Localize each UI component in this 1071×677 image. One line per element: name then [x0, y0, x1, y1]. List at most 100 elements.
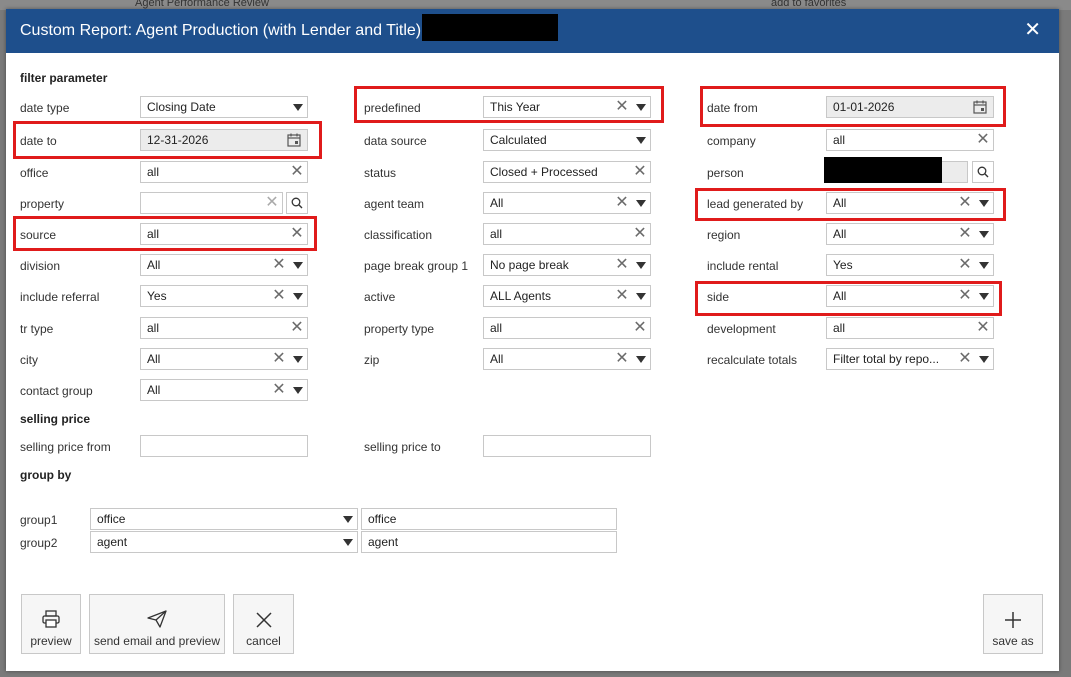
chevron-down-icon[interactable] — [975, 286, 993, 306]
cancel-button-label: cancel — [246, 634, 281, 648]
lead-generated-by-select[interactable]: All ✕ — [826, 192, 994, 214]
region-value: All — [833, 227, 847, 241]
cancel-button[interactable]: cancel — [233, 594, 294, 654]
region-select[interactable]: All ✕ — [826, 223, 994, 245]
clear-icon[interactable]: ✕ — [955, 257, 975, 273]
clear-icon[interactable]: ✕ — [973, 320, 993, 336]
status-input[interactable]: Closed + Processed ✕ — [483, 161, 651, 183]
date-from-field[interactable]: 01-01-2026 — [826, 96, 994, 118]
office-value: all — [147, 165, 160, 179]
group1-select[interactable]: office — [90, 508, 358, 530]
clear-icon[interactable]: ✕ — [973, 132, 993, 148]
property-type-input[interactable]: all ✕ — [483, 317, 651, 339]
clear-icon[interactable]: ✕ — [269, 382, 289, 398]
chevron-down-icon[interactable] — [289, 97, 307, 117]
clear-icon[interactable]: ✕ — [287, 226, 307, 242]
company-value: all — [833, 133, 846, 147]
chevron-down-icon[interactable] — [975, 224, 993, 244]
contact-group-select[interactable]: All ✕ — [140, 379, 308, 401]
city-label: city — [20, 353, 38, 367]
clear-icon[interactable]: ✕ — [287, 320, 307, 336]
chevron-down-icon[interactable] — [975, 193, 993, 213]
city-select[interactable]: All ✕ — [140, 348, 308, 370]
clear-icon[interactable]: ✕ — [612, 99, 632, 115]
classification-input[interactable]: all ✕ — [483, 223, 651, 245]
division-label: division — [20, 259, 61, 273]
property-search-button[interactable] — [286, 192, 308, 214]
calendar-icon[interactable] — [967, 97, 993, 117]
clear-icon[interactable]: ✕ — [955, 351, 975, 367]
lead-generated-by-value: All — [833, 196, 847, 210]
chevron-down-icon[interactable] — [632, 255, 650, 275]
chevron-down-icon[interactable] — [632, 193, 650, 213]
send-email-and-preview-button[interactable]: send email and preview — [89, 594, 225, 654]
active-label: active — [364, 290, 396, 304]
date-type-select[interactable]: Closing Date — [140, 96, 308, 118]
clear-icon[interactable]: ✕ — [612, 288, 632, 304]
property-input[interactable]: ✕ — [140, 192, 283, 214]
clear-icon[interactable]: ✕ — [630, 320, 650, 336]
selling-price-to-input[interactable] — [483, 435, 651, 457]
chevron-down-icon[interactable] — [289, 380, 307, 400]
company-input[interactable]: all ✕ — [826, 129, 994, 151]
clear-icon[interactable]: ✕ — [630, 164, 650, 180]
development-input[interactable]: all ✕ — [826, 317, 994, 339]
chevron-down-icon[interactable] — [975, 349, 993, 369]
status-value: Closed + Processed — [490, 165, 598, 179]
predefined-select[interactable]: This Year ✕ — [483, 96, 651, 118]
clear-icon[interactable]: ✕ — [287, 164, 307, 180]
person-search-button[interactable] — [972, 161, 994, 183]
clear-icon[interactable]: ✕ — [269, 351, 289, 367]
preview-button[interactable]: preview — [21, 594, 81, 654]
close-icon[interactable]: ✕ — [1024, 20, 1041, 40]
save-as-button[interactable]: save as — [983, 594, 1043, 654]
group2-select[interactable]: agent — [90, 531, 358, 553]
clear-icon[interactable]: ✕ — [612, 351, 632, 367]
group1-select-value: office — [97, 512, 126, 526]
chevron-down-icon[interactable] — [289, 286, 307, 306]
include-rental-select[interactable]: Yes ✕ — [826, 254, 994, 276]
office-input[interactable]: all ✕ — [140, 161, 308, 183]
chevron-down-icon[interactable] — [289, 349, 307, 369]
clear-icon[interactable]: ✕ — [269, 257, 289, 273]
clear-icon[interactable]: ✕ — [630, 226, 650, 242]
agent-team-select[interactable]: All ✕ — [483, 192, 651, 214]
search-icon — [291, 197, 303, 209]
zip-select[interactable]: All ✕ — [483, 348, 651, 370]
source-label: source — [20, 228, 57, 242]
selling-price-from-input[interactable] — [140, 435, 308, 457]
page-break-group-select[interactable]: No page break ✕ — [483, 254, 651, 276]
recalculate-totals-label: recalculate totals — [707, 353, 798, 367]
clear-icon[interactable]: ✕ — [612, 257, 632, 273]
chevron-down-icon[interactable] — [975, 255, 993, 275]
chevron-down-icon[interactable] — [339, 509, 357, 529]
side-select[interactable]: All ✕ — [826, 285, 994, 307]
clear-icon[interactable]: ✕ — [955, 195, 975, 211]
include-referral-select[interactable]: Yes ✕ — [140, 285, 308, 307]
data-source-select[interactable]: Calculated — [483, 129, 651, 151]
group2-text-input[interactable]: agent — [361, 531, 617, 553]
clear-icon[interactable]: ✕ — [612, 195, 632, 211]
source-input[interactable]: all ✕ — [140, 223, 308, 245]
chevron-down-icon[interactable] — [632, 286, 650, 306]
include-rental-value: Yes — [833, 258, 853, 272]
active-select[interactable]: ALL Agents ✕ — [483, 285, 651, 307]
recalculate-totals-select[interactable]: Filter total by repo... ✕ — [826, 348, 994, 370]
clear-icon[interactable]: ✕ — [955, 226, 975, 242]
date-to-field[interactable]: 12-31-2026 — [140, 129, 308, 151]
save-as-button-label: save as — [992, 634, 1034, 648]
chevron-down-icon[interactable] — [632, 97, 650, 117]
chevron-down-icon[interactable] — [632, 349, 650, 369]
group-by-heading: group by — [20, 468, 72, 482]
tr-type-input[interactable]: all ✕ — [140, 317, 308, 339]
group1-text-input[interactable]: office — [361, 508, 617, 530]
chevron-down-icon[interactable] — [339, 532, 357, 552]
clear-icon[interactable]: ✕ — [955, 288, 975, 304]
division-select[interactable]: All ✕ — [140, 254, 308, 276]
clear-icon[interactable]: ✕ — [269, 288, 289, 304]
chevron-down-icon[interactable] — [632, 130, 650, 150]
chevron-down-icon[interactable] — [289, 255, 307, 275]
contact-group-value: All — [147, 383, 161, 397]
calendar-icon[interactable] — [281, 130, 307, 150]
clear-icon[interactable]: ✕ — [262, 195, 282, 211]
